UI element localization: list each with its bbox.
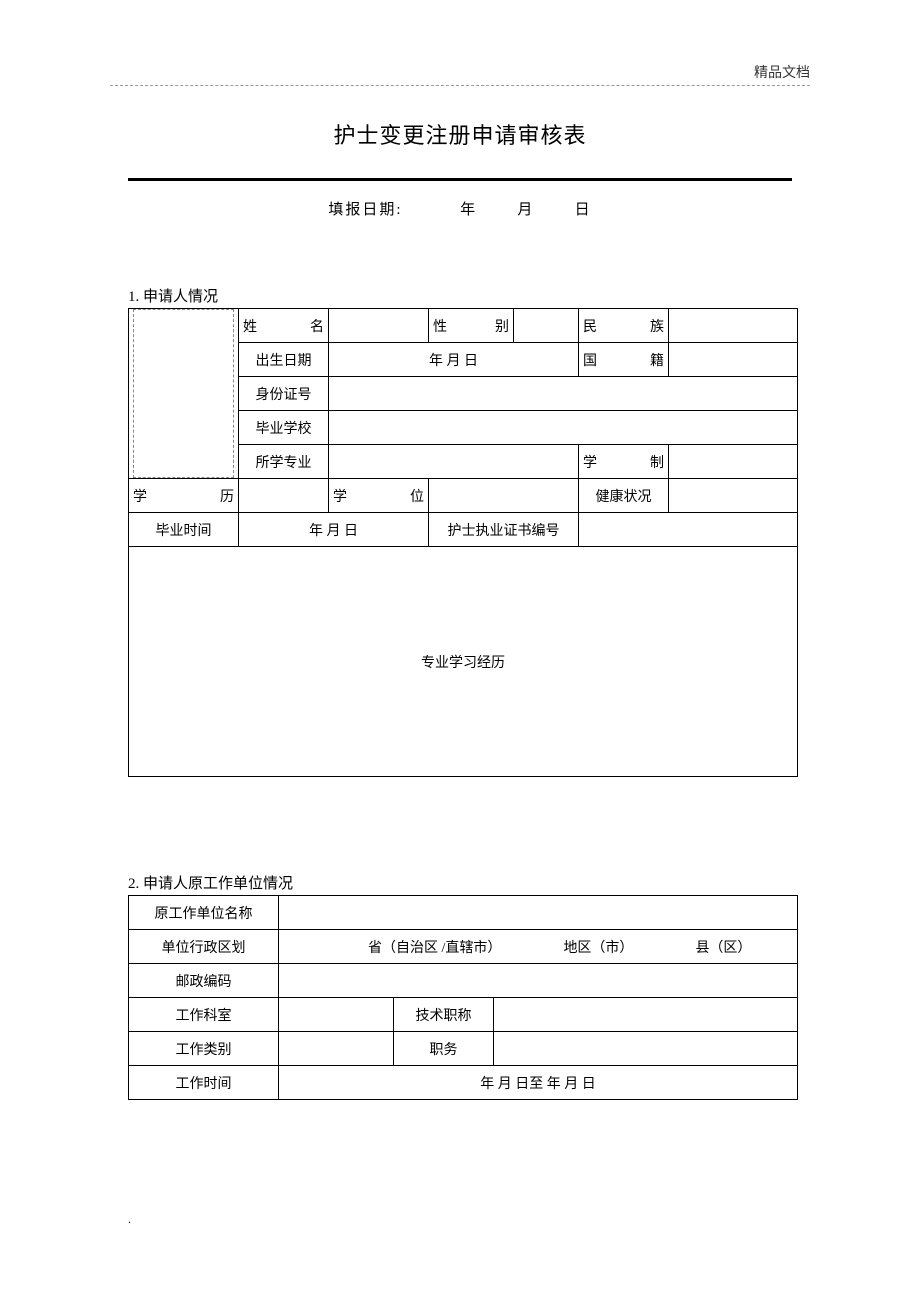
value-work-time: 年 月 日至 年 月 日 — [279, 1066, 798, 1100]
photo-cell — [129, 309, 239, 479]
photo-placeholder — [133, 309, 234, 478]
fill-date-line: 填报日期: 年 月 日 — [0, 198, 920, 219]
label-work-time: 工作时间 — [129, 1066, 279, 1100]
value-school — [329, 411, 798, 445]
value-gender — [514, 309, 579, 343]
label-name: 姓名 — [239, 309, 329, 343]
label-cert-no: 护士执业证书编号 — [429, 513, 579, 547]
value-health — [669, 479, 798, 513]
label-degree: 学位 — [329, 479, 429, 513]
fill-date-label: 填报日期: — [328, 202, 402, 218]
header-divider — [110, 85, 810, 86]
study-history-cell: 专业学习经历 — [129, 547, 798, 777]
value-nationality — [669, 343, 798, 377]
fill-date-month: 月 — [517, 202, 534, 218]
value-department — [279, 998, 394, 1032]
value-postcode — [279, 964, 798, 998]
label-region: 单位行政区划 — [129, 930, 279, 964]
title-underline — [128, 178, 792, 181]
label-ethnicity: 民族 — [579, 309, 669, 343]
applicant-info-table: 姓名 性别 民族 出生日期 年 月 日 国籍 身份证号 毕业学校 所学专业 学制… — [128, 308, 798, 777]
label-nationality: 国籍 — [579, 343, 669, 377]
value-work-type — [279, 1032, 394, 1066]
section2-heading: 2. 申请人原工作单位情况 — [128, 872, 293, 893]
label-duration: 学制 — [579, 445, 669, 479]
label-gender: 性别 — [429, 309, 514, 343]
label-id-number: 身份证号 — [239, 377, 329, 411]
label-postcode: 邮政编码 — [129, 964, 279, 998]
value-tech-title — [494, 998, 798, 1032]
section1-heading: 1. 申请人情况 — [128, 285, 218, 306]
value-region: 省（自治区 /直辖市） 地区（市） 县（区） — [279, 930, 798, 964]
label-major: 所学专业 — [239, 445, 329, 479]
value-duration — [669, 445, 798, 479]
header-watermark: 精品文档 — [754, 62, 810, 82]
value-cert-no — [579, 513, 798, 547]
value-name — [329, 309, 429, 343]
region-province: 省（自治区 /直辖市） — [368, 937, 501, 957]
value-birth-date: 年 月 日 — [329, 343, 579, 377]
label-department: 工作科室 — [129, 998, 279, 1032]
fill-date-year: 年 — [460, 202, 477, 218]
label-grad-time: 毕业时间 — [129, 513, 239, 547]
fill-date-day: 日 — [575, 202, 592, 218]
label-birth-date: 出生日期 — [239, 343, 329, 377]
value-major — [329, 445, 579, 479]
value-ethnicity — [669, 309, 798, 343]
region-city: 地区（市） — [563, 937, 633, 957]
label-org-name: 原工作单位名称 — [129, 896, 279, 930]
value-org-name — [279, 896, 798, 930]
label-health: 健康状况 — [579, 479, 669, 513]
label-history: 专业学习经历 — [421, 656, 505, 671]
region-county: 县（区） — [695, 937, 751, 957]
value-degree — [429, 479, 579, 513]
label-education: 学历 — [129, 479, 239, 513]
label-tech-title: 技术职称 — [394, 998, 494, 1032]
footer-mark: . — [128, 1212, 131, 1227]
value-grad-time: 年 月 日 — [239, 513, 429, 547]
document-title: 护士变更注册申请审核表 — [0, 118, 920, 150]
previous-workplace-table: 原工作单位名称 单位行政区划 省（自治区 /直辖市） 地区（市） 县（区） 邮政… — [128, 895, 798, 1100]
value-id-number — [329, 377, 798, 411]
label-work-type: 工作类别 — [129, 1032, 279, 1066]
value-education — [239, 479, 329, 513]
label-school: 毕业学校 — [239, 411, 329, 445]
label-position: 职务 — [394, 1032, 494, 1066]
value-position — [494, 1032, 798, 1066]
